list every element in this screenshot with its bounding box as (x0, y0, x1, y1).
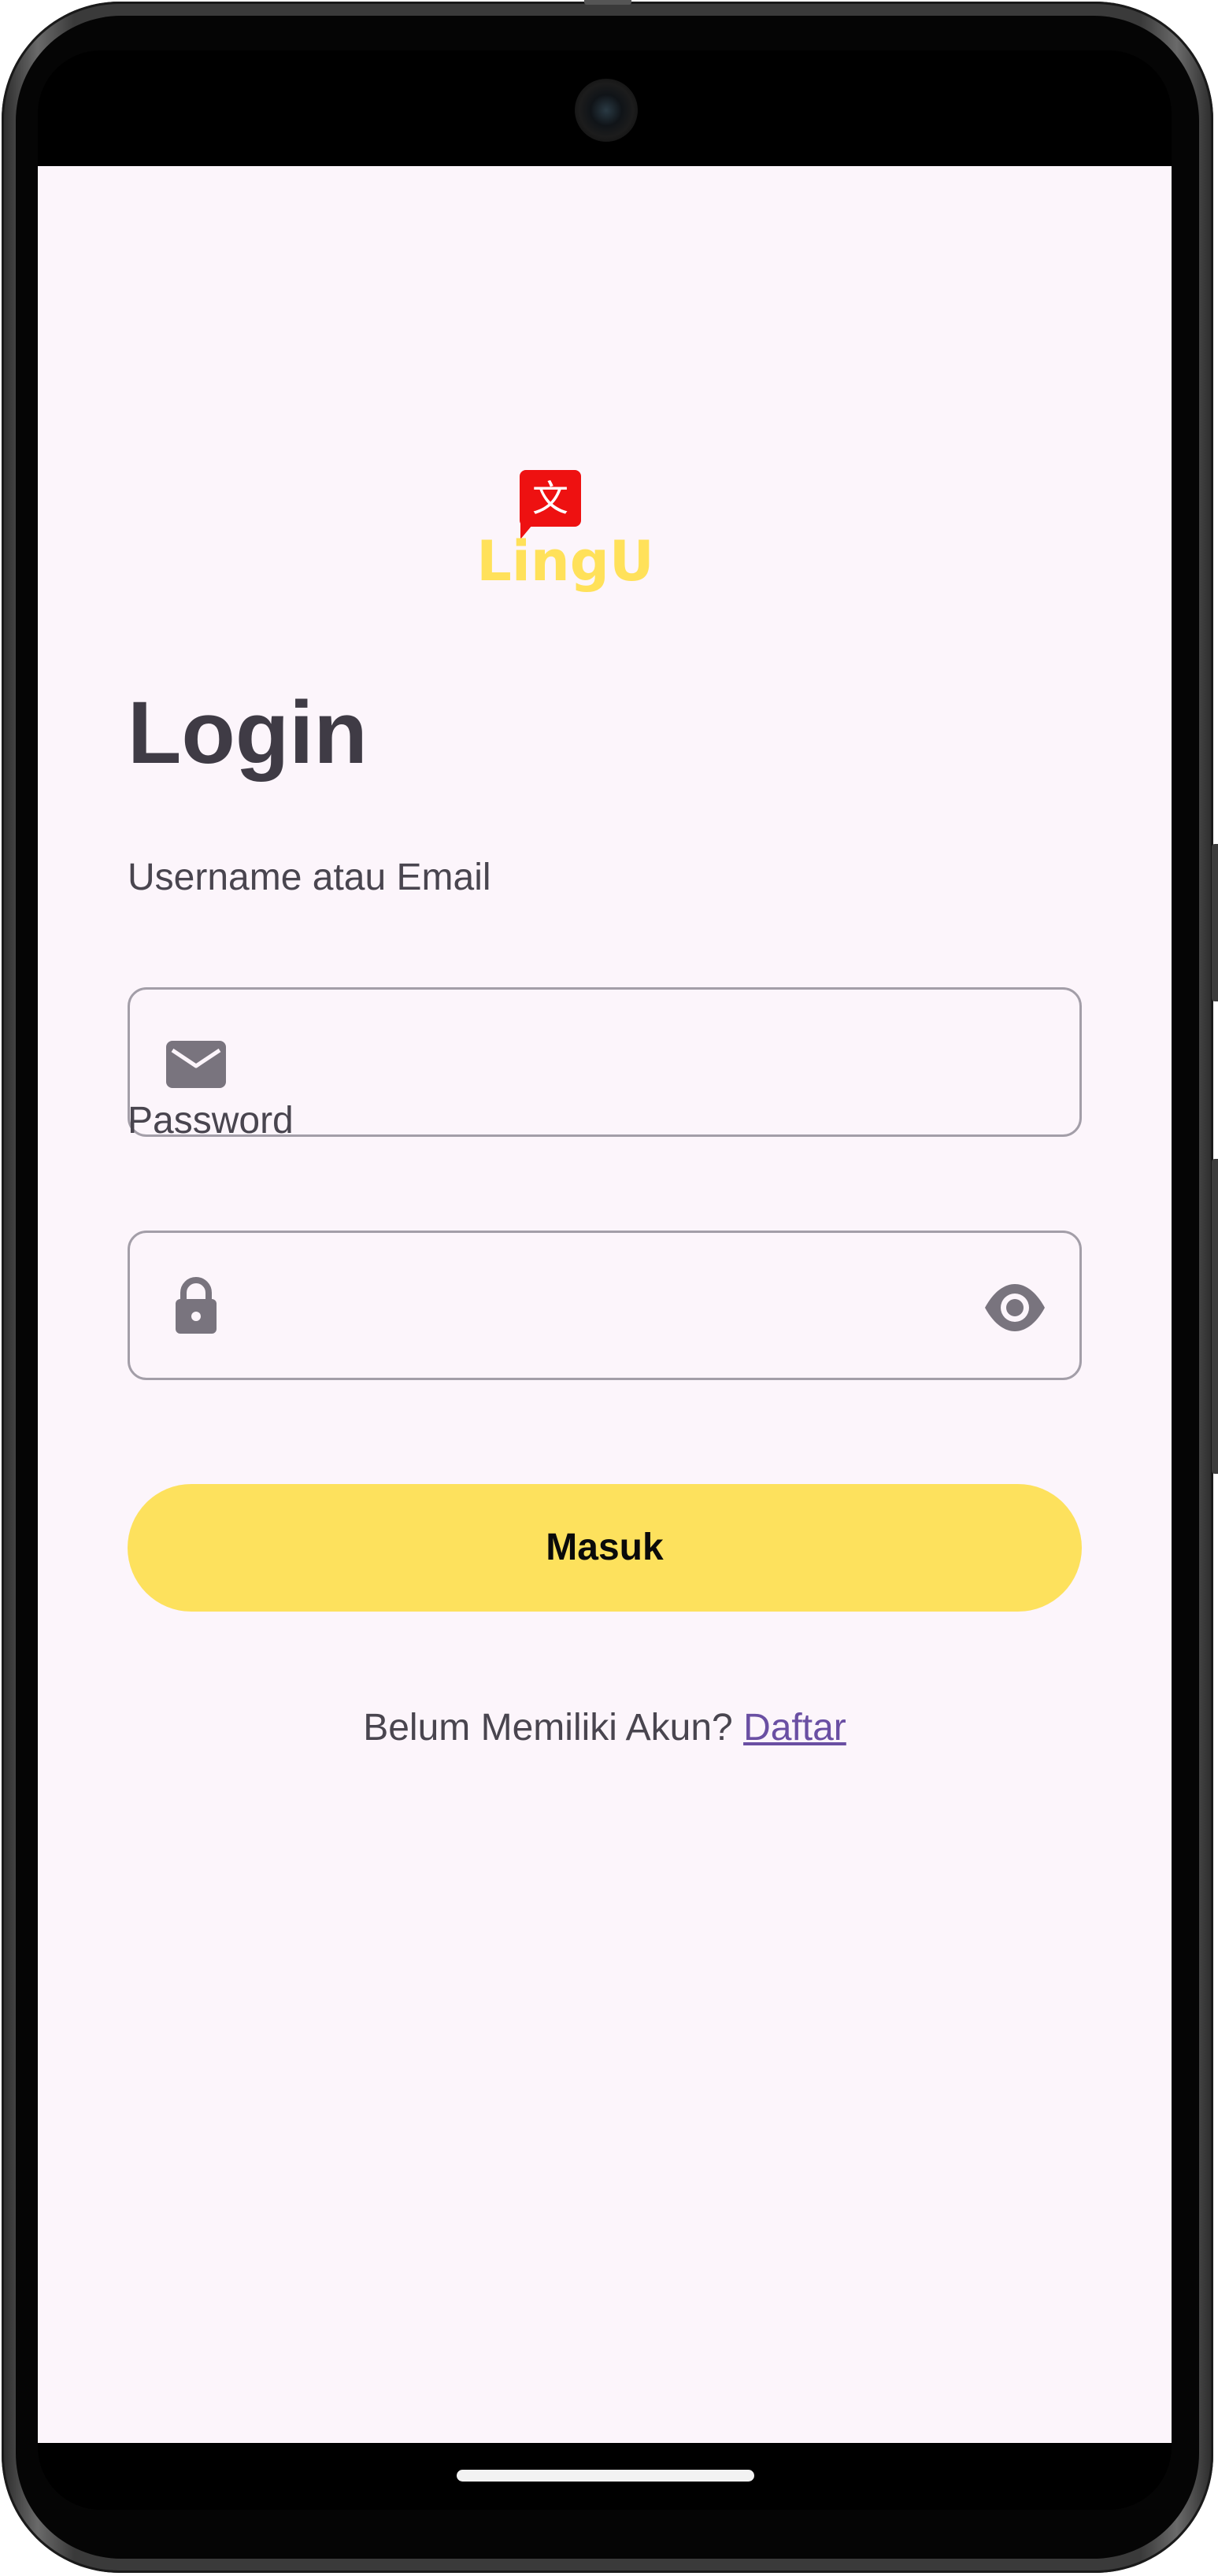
lock-icon (165, 1274, 228, 1337)
register-link[interactable]: Daftar (743, 1707, 846, 1749)
side-button (1212, 844, 1218, 1001)
volume-button (1212, 1159, 1218, 1474)
eye-icon[interactable] (983, 1276, 1046, 1339)
screen: 文 LingU Login Username atau Email Passwo… (38, 50, 1172, 2510)
home-indicator[interactable] (457, 2470, 754, 2482)
page-title: Login (128, 683, 368, 782)
phone-frame: 文 LingU Login Username atau Email Passwo… (2, 0, 1218, 2573)
mail-icon (165, 1033, 228, 1096)
app-logo: 文 LingU (475, 470, 656, 604)
password-label: Password (128, 1100, 294, 1142)
front-camera (575, 79, 638, 142)
username-label: Username atau Email (128, 857, 491, 898)
username-input[interactable] (256, 1021, 936, 1105)
password-field[interactable] (128, 1231, 1082, 1380)
register-prompt-text: Belum Memiliki Akun? (363, 1707, 733, 1749)
frame-top-detail (584, 0, 631, 5)
logo-glyph: 文 (532, 477, 568, 520)
login-button[interactable]: Masuk (128, 1484, 1082, 1612)
password-input[interactable] (256, 1264, 936, 1348)
login-screen: 文 LingU Login Username atau Email Passwo… (38, 166, 1172, 2443)
register-prompt: Belum Memiliki Akun? Daftar (38, 1704, 1172, 1752)
logo-text: LingU (476, 529, 654, 594)
